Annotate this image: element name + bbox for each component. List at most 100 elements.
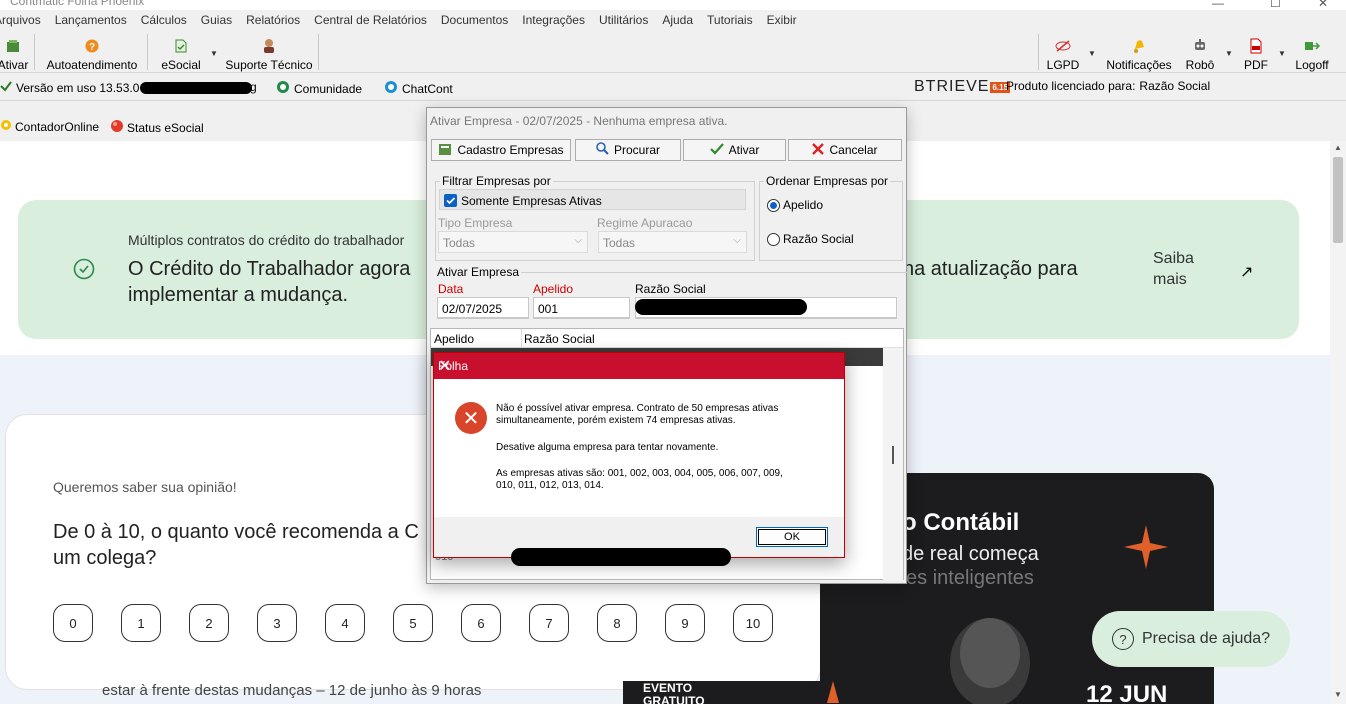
tipo-empresa-select[interactable]: Todas ⌵ bbox=[438, 231, 588, 253]
banner-title-left: O Crédito do Trabalhador agora implementa… bbox=[128, 256, 428, 308]
rating-10[interactable]: 10 bbox=[733, 604, 773, 642]
toolbar-separator bbox=[34, 34, 35, 70]
comunidade-icon bbox=[276, 80, 290, 97]
lgpd-icon bbox=[1055, 38, 1071, 54]
grid-col-razao[interactable]: Razão Social bbox=[524, 332, 595, 346]
autoatendimento-label: Autoatendimento bbox=[46, 58, 138, 72]
pdf-button[interactable]: PDF bbox=[1240, 31, 1272, 73]
help-chat-button[interactable]: ? Precisa de ajuda? bbox=[1092, 611, 1290, 667]
btrieve-brand: BTRIEVE bbox=[914, 78, 990, 95]
close-icon[interactable]: ✕ bbox=[438, 356, 836, 376]
scroll-up-icon[interactable]: ▲ bbox=[1334, 143, 1342, 152]
menu-central-relatorios[interactable]: Central de Relatórios bbox=[307, 13, 434, 27]
menu-guias[interactable]: Guias bbox=[194, 13, 239, 27]
cadastro-empresas-label: Cadastro Empresas bbox=[457, 143, 564, 157]
menu-documentos[interactable]: Documentos bbox=[434, 13, 515, 27]
pdf-dropdown-icon[interactable]: ▼ bbox=[1278, 49, 1286, 58]
chevron-down-icon: ⌵ bbox=[574, 235, 582, 246]
ok-button[interactable]: OK bbox=[756, 527, 828, 547]
grid-col-divider bbox=[521, 329, 522, 348]
maximize-button[interactable]: ☐ bbox=[1270, 0, 1281, 10]
cadastro-empresas-button[interactable]: Cadastro Empresas bbox=[431, 139, 571, 161]
scroll-down-icon[interactable]: ▼ bbox=[1334, 690, 1342, 699]
order-apelido-radio[interactable] bbox=[767, 199, 780, 212]
contadoronline-link[interactable]: ContadorOnline bbox=[0, 119, 99, 134]
esocial-label: eSocial bbox=[161, 58, 201, 72]
suporte-tecnico-button[interactable]: Suporte Técnico bbox=[224, 31, 314, 73]
robot-icon bbox=[1192, 38, 1208, 54]
grid-scroll-thumb[interactable] bbox=[892, 446, 894, 464]
menu-tutoriais[interactable]: Tutoriais bbox=[700, 13, 760, 27]
lgpd-dropdown-icon[interactable]: ▼ bbox=[1088, 49, 1096, 58]
grid-col-apelido[interactable]: Apelido bbox=[434, 332, 474, 346]
menu-utilitarios[interactable]: Utilitários bbox=[592, 13, 655, 27]
esocial-button[interactable]: eSocial bbox=[156, 31, 206, 73]
procurar-button[interactable]: Procurar bbox=[575, 139, 681, 161]
regime-apuracao-value: Todas bbox=[603, 236, 636, 250]
version-info: Versão em uso 13.53.0 bbox=[0, 80, 139, 95]
regime-apuracao-select[interactable]: Todas ⌵ bbox=[598, 231, 747, 253]
toolbar-separator bbox=[147, 34, 148, 70]
autoatendimento-button[interactable]: ? Autoatendimento bbox=[42, 31, 142, 73]
banner-title-line2: implementar a mudança. bbox=[128, 284, 349, 306]
rating-3[interactable]: 3 bbox=[257, 604, 297, 642]
error-line-2: simultaneamente, porém existem 74 empres… bbox=[496, 415, 736, 426]
rating-9[interactable]: 9 bbox=[665, 604, 705, 642]
promo-heading: o Contábil bbox=[902, 509, 1020, 536]
notificacoes-button[interactable]: Notificações bbox=[1103, 31, 1175, 73]
rating-0[interactable]: 0 bbox=[53, 604, 93, 642]
chatcont-label: ChatCont bbox=[402, 81, 453, 96]
only-active-checkbox[interactable] bbox=[444, 194, 457, 207]
order-razao-radio[interactable] bbox=[767, 233, 780, 246]
data-input[interactable]: 02/07/2025 bbox=[437, 297, 529, 319]
logoff-button[interactable]: Logoff bbox=[1292, 31, 1332, 73]
menu-integracoes[interactable]: Integrações bbox=[515, 13, 592, 27]
chatcont-link[interactable]: ChatCont bbox=[384, 80, 453, 97]
banner-subtitle: Múltiplos contratos do crédito do trabal… bbox=[128, 232, 405, 248]
rating-2[interactable]: 2 bbox=[189, 604, 229, 642]
robo-dropdown-icon[interactable]: ▼ bbox=[1225, 49, 1233, 58]
rating-4[interactable]: 4 bbox=[325, 604, 365, 642]
error-title-bar: Folha ✕ bbox=[434, 353, 844, 379]
minimize-button[interactable]: — bbox=[1212, 0, 1224, 10]
window-title-bar: Contmatic Folha Phoenix — ☐ ✕ bbox=[0, 0, 1346, 10]
menu-lancamentos[interactable]: Lançamentos bbox=[48, 13, 134, 27]
comunidade-link[interactable]: Comunidade bbox=[276, 80, 362, 97]
scroll-thumb[interactable] bbox=[1333, 157, 1343, 243]
cancelar-button[interactable]: Cancelar bbox=[788, 139, 902, 161]
ativar-button[interactable]: Ativar bbox=[683, 139, 786, 161]
menu-relatorios[interactable]: Relatórios bbox=[239, 13, 307, 27]
grid-scrollbar[interactable] bbox=[883, 348, 903, 580]
menu-exibir[interactable]: Exibir bbox=[760, 13, 804, 27]
notificacoes-label: Notificações bbox=[1106, 58, 1172, 72]
apelido-input[interactable]: 001 bbox=[533, 297, 630, 319]
esocial-icon bbox=[173, 38, 189, 54]
saiba-mais-link[interactable]: Saiba mais bbox=[1153, 248, 1205, 290]
contadoronline-icon bbox=[0, 119, 12, 134]
web-scrollbar[interactable]: ▲ ▼ bbox=[1330, 141, 1346, 704]
ativar-toolbar-button[interactable]: Ativar bbox=[0, 31, 29, 73]
pdf-label: PDF bbox=[1244, 58, 1268, 72]
menu-arquivos[interactable]: Arquivos bbox=[0, 13, 48, 27]
esocial-dropdown-icon[interactable]: ▼ bbox=[210, 49, 218, 58]
survey-question-line1: De 0 à 10, o quanto você recomenda a C bbox=[53, 521, 419, 543]
rating-8[interactable]: 8 bbox=[597, 604, 637, 642]
status-esocial-link[interactable]: Status eSocial bbox=[110, 119, 204, 136]
license-label: Produto licenciado para: bbox=[1006, 79, 1136, 93]
only-active-row[interactable]: Somente Empresas Ativas bbox=[439, 189, 746, 210]
menu-calculos[interactable]: Cálculos bbox=[134, 13, 194, 27]
robo-button[interactable]: Robô bbox=[1182, 31, 1218, 73]
banner-title-line1: O Crédito do Trabalhador agora bbox=[128, 258, 411, 280]
rating-5[interactable]: 5 bbox=[393, 604, 433, 642]
window-title: Contmatic Folha Phoenix bbox=[10, 0, 145, 8]
suporte-tecnico-label: Suporte Técnico bbox=[225, 58, 313, 72]
close-window-button[interactable]: ✕ bbox=[1318, 0, 1328, 10]
rating-1[interactable]: 1 bbox=[121, 604, 161, 642]
chevron-down-icon: ⌵ bbox=[733, 235, 741, 246]
lgpd-button[interactable]: LGPD bbox=[1044, 31, 1082, 73]
menu-ajuda[interactable]: Ajuda bbox=[655, 13, 700, 27]
search-icon bbox=[596, 142, 609, 158]
rating-6[interactable]: 6 bbox=[461, 604, 501, 642]
rating-7[interactable]: 7 bbox=[529, 604, 569, 642]
arrow-up-right-icon[interactable]: ↗ bbox=[1240, 262, 1253, 282]
